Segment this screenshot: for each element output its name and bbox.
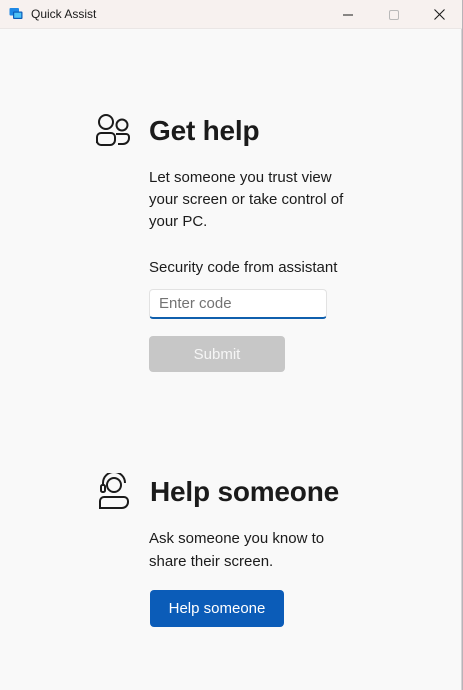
people-icon — [96, 114, 130, 146]
person-headset-icon — [99, 473, 129, 509]
description-line: Ask someone you know to — [149, 530, 325, 547]
quick-assist-icon — [9, 8, 23, 19]
minimize-icon — [343, 14, 353, 15]
close-icon — [433, 9, 445, 20]
close-button[interactable] — [416, 0, 462, 29]
security-code-label: Security code from assistant — [149, 259, 338, 276]
description-line: your screen or take control of — [149, 191, 344, 208]
minimize-button[interactable] — [325, 0, 371, 29]
help-someone-heading: Help someone — [150, 476, 339, 507]
help-someone-button[interactable]: Help someone — [150, 590, 284, 627]
title-bar[interactable]: Quick Assist — [0, 0, 462, 29]
maximize-icon — [389, 9, 399, 20]
get-help-heading: Get help — [149, 115, 260, 146]
description-line: share their screen. — [149, 553, 274, 570]
description-line: Let someone you trust view — [149, 169, 332, 186]
security-code-input[interactable] — [149, 289, 327, 319]
maximize-button — [371, 0, 417, 29]
quick-assist-window: Quick Assist Get help Let someone you tr… — [0, 0, 462, 690]
window-title: Quick Assist — [31, 7, 97, 21]
description-line: your PC. — [149, 213, 208, 230]
submit-button[interactable]: Submit — [149, 336, 285, 372]
